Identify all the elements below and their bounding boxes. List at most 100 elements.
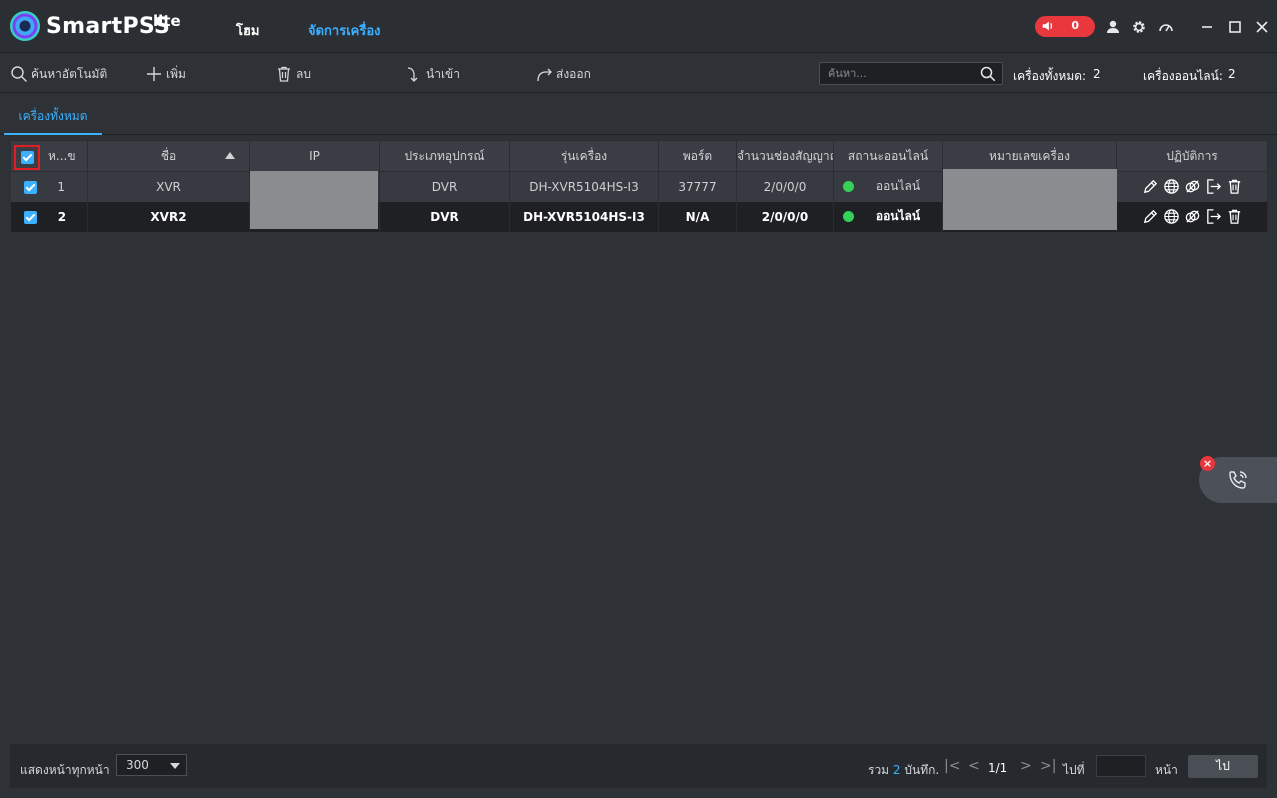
device-table: ห...ข ชื่อ IP ประเภทอุปกรณ์ รุ่นเครื่อง … [10,140,1268,232]
select-all-checkbox[interactable] [14,145,40,170]
next-page-icon[interactable]: > [1020,758,1032,774]
tab-all-devices[interactable]: เครื่องทั้งหมด [4,107,102,135]
first-page-icon[interactable]: |< [944,758,960,774]
header-model[interactable]: รุ่นเครื่อง [509,140,659,172]
alarm-button[interactable]: 0 [1035,16,1095,37]
row-checkbox[interactable] [23,180,37,194]
redacted-serial-block [943,169,1117,230]
app-logo-icon [10,11,40,41]
floating-close-icon[interactable]: × [1200,456,1215,471]
row-status: ออนไลน์ [875,179,921,194]
plus-icon [147,67,161,81]
prev-page-icon[interactable]: < [968,758,980,774]
table-header-row: ห...ข ชื่อ IP ประเภทอุปกรณ์ รุ่นเครื่อง … [10,140,1268,172]
delete-button[interactable]: ลบ [275,64,311,84]
globe-icon[interactable] [1163,208,1180,225]
export-label: ส่งออก [556,66,591,81]
header-type[interactable]: ประเภทอุปกรณ์ [379,140,510,172]
header-ip[interactable]: IP [249,140,380,172]
online-devices-value: 2 [1228,67,1236,81]
header-serial[interactable]: หมายเลขเครื่อง [942,140,1117,172]
trash-icon[interactable] [1226,178,1243,195]
goto-page-input[interactable] [1096,755,1146,777]
row-actions [1116,171,1268,202]
redacted-ip-block [250,171,378,229]
edit-pencil-icon[interactable] [1142,208,1159,225]
online-status-dot [843,181,854,192]
row-port: 37777 [658,171,737,202]
total-devices-value: 2 [1093,67,1101,81]
row-channels: 2/0/0/0 [736,201,834,232]
logout-icon[interactable] [1205,178,1222,195]
globe-icon[interactable] [1163,178,1180,195]
header-channels[interactable]: จำนวนช่องสัญญาณ [736,140,834,172]
speedometer-icon[interactable] [1158,19,1174,35]
header-name-label: ชื่อ [160,148,177,163]
close-icon[interactable] [1254,19,1270,35]
gear-icon[interactable] [1131,19,1147,35]
page-label: หน้า [1155,763,1178,777]
go-button[interactable]: ไป [1188,755,1258,778]
add-button[interactable]: เพิ่ม [145,64,186,84]
header-port[interactable]: พอร์ต [658,140,737,172]
online-devices-label: เครื่องออนไลน์: [1143,69,1223,83]
row-model: DH-XVR5104HS-I3 [509,171,659,202]
import-icon [407,67,418,82]
row-type: DVR [379,171,510,202]
goto-label: ไปที่ [1063,763,1085,777]
unlink-icon[interactable] [1184,178,1201,195]
device-search-box[interactable] [819,62,1003,85]
header-name[interactable]: ชื่อ [87,140,250,172]
speaker-icon [1042,21,1053,31]
total-records: รวม 2 บันทึก. [868,761,939,780]
title-bar: SmartPSS lite โฮม จัดการเครื่อง 0 [0,0,1277,53]
add-label: เพิ่ม [166,66,186,81]
nav-device-manager[interactable]: จัดการเครื่อง [308,20,381,41]
header-actions-label: ปฏิบัติการ [1166,148,1218,163]
minimize-icon[interactable] [1199,19,1215,35]
header-status[interactable]: สถานะออนไลน์ [833,140,943,172]
per-page-select[interactable]: 300 [116,754,187,776]
header-no[interactable]: ห...ข [10,140,88,172]
export-button[interactable]: ส่งออก [535,64,591,84]
import-button[interactable]: นำเข้า [405,64,460,84]
row-model: DH-XVR5104HS-I3 [509,201,659,232]
header-actions: ปฏิบัติการ [1116,140,1268,172]
header-channels-label: จำนวนช่องสัญญาณ [737,148,834,163]
row-name: XVR2 [87,201,250,232]
row-checkbox[interactable] [23,210,37,224]
row-port: N/A [658,201,737,232]
row-status-cell: ออนไลน์ [833,201,943,232]
total-devices-label: เครื่องทั้งหมด: [1013,69,1087,83]
device-search-input[interactable] [828,65,973,82]
trash-icon [278,66,290,82]
nav-home[interactable]: โฮม [236,20,260,41]
row-status-cell: ออนไลน์ [833,171,943,202]
search-icon[interactable] [980,66,996,82]
user-icon[interactable] [1105,19,1121,35]
header-status-label: สถานะออนไลน์ [847,148,929,163]
row-actions [1116,201,1268,232]
auto-search-button[interactable]: ค้นหาอัตโนมัติ [10,64,107,84]
total-count: 2 [892,763,901,777]
header-type-label: ประเภทอุปกรณ์ [404,148,485,163]
row-type: DVR [379,201,510,232]
app-brand: SmartPSS [46,14,171,39]
total-prefix: รวม [868,763,890,777]
app-brand-sup: lite [153,12,181,30]
chevron-down-icon [170,763,180,769]
trash-icon[interactable] [1226,208,1243,225]
maximize-icon[interactable] [1227,19,1243,35]
search-icon [11,66,27,82]
last-page-icon[interactable]: >| [1040,758,1056,774]
edit-pencil-icon[interactable] [1142,178,1159,195]
phone-call-icon [1229,471,1247,489]
logout-icon[interactable] [1205,208,1222,225]
row-no: 1 [57,179,65,194]
header-model-label: รุ่นเครื่อง [560,148,608,163]
row-name: XVR [87,171,250,202]
unlink-icon[interactable] [1184,208,1201,225]
online-status-dot [843,210,854,222]
row-no: 2 [57,209,67,224]
auto-search-label: ค้นหาอัตโนมัติ [31,66,108,81]
